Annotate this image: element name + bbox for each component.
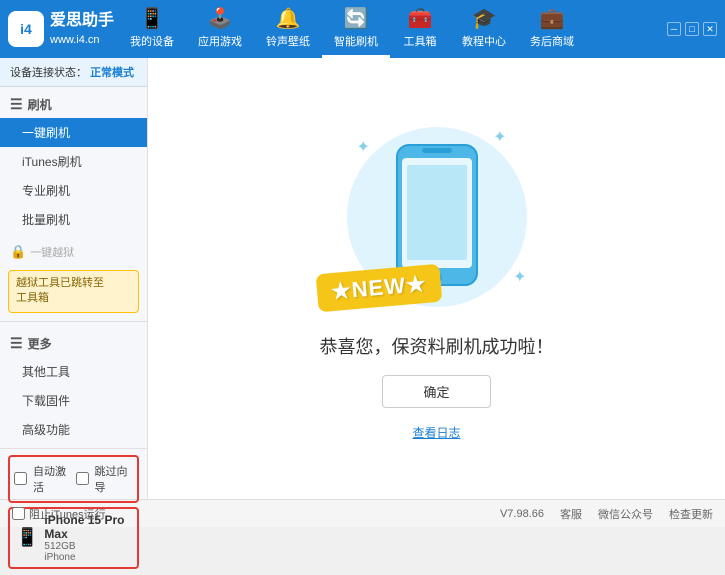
nav-label-service: 务后商域 — [530, 33, 574, 49]
log-link[interactable]: 查看日志 — [412, 424, 460, 441]
new-badge-text: ★NEW★ — [330, 270, 428, 304]
flash-section-title: 刷机 — [28, 96, 52, 113]
status-label: 设备连接状态： — [10, 67, 87, 79]
content-area: ✦ ✦ ✦ ★NEW★ — [148, 58, 725, 499]
nav-item-smart-flash[interactable]: 🔄 智能刷机 — [322, 6, 390, 58]
bottombar-right: V7.98.66 客服 微信公众号 检查更新 — [500, 506, 713, 522]
nav-item-tutorials[interactable]: 🎓 教程中心 — [450, 6, 518, 58]
auto-activate-checkbox[interactable] — [14, 472, 27, 485]
app-title: 爱思助手 — [50, 10, 114, 32]
service-icon: 💼 — [540, 6, 565, 31]
device-storage: 512GB — [44, 541, 131, 552]
sidebar-status: 设备连接状态： 正常模式 — [0, 58, 147, 87]
logo-text: 爱思助手 www.i4.cn — [50, 10, 114, 48]
nav-item-apps-games[interactable]: 🕹️ 应用游戏 — [186, 6, 254, 58]
confirm-button[interactable]: 确定 — [382, 375, 490, 408]
nav-label-apps-games: 应用游戏 — [198, 33, 242, 49]
sidebar: 设备连接状态： 正常模式 ☰ 刷机 一键刷机 iTunes刷机 专业刷机 批量刷… — [0, 58, 148, 499]
sidebar-item-advanced[interactable]: 高级功能 — [0, 415, 147, 444]
guide-export-checkbox[interactable] — [76, 472, 89, 485]
content-inner: ✦ ✦ ✦ ★NEW★ — [320, 117, 554, 441]
nav-label-ringtone: 铃声壁纸 — [266, 33, 310, 49]
toolbox-icon: 🧰 — [408, 6, 433, 31]
auto-activate-label: 自动激活 — [33, 463, 72, 495]
flash-section-header: ☰ 刷机 — [0, 91, 147, 118]
flash-section: ☰ 刷机 一键刷机 iTunes刷机 专业刷机 批量刷机 — [0, 87, 147, 238]
disabled-jailbreak-label: 一键越狱 — [30, 244, 74, 260]
device-type: iPhone — [44, 552, 131, 563]
more-section-header: ☰ 更多 — [0, 330, 147, 357]
maximize-button[interactable]: □ — [685, 22, 699, 36]
main-layout: 设备连接状态： 正常模式 ☰ 刷机 一键刷机 iTunes刷机 专业刷机 批量刷… — [0, 58, 725, 499]
more-section-icon: ☰ — [10, 335, 23, 352]
sidebar-item-one-key-flash[interactable]: 一键刷机 — [0, 118, 147, 147]
stop-itunes-row: 阻止iTunes运行 — [12, 506, 106, 522]
sparkle-icon-2: ✦ — [493, 127, 506, 147]
close-button[interactable]: ✕ — [703, 22, 717, 36]
tutorials-icon: 🎓 — [472, 6, 497, 31]
sidebar-item-batch-flash[interactable]: 批量刷机 — [0, 205, 147, 234]
ringtone-icon: 🔔 — [276, 6, 301, 31]
phone-illustration: ✦ ✦ ✦ ★NEW★ — [337, 117, 537, 317]
sidebar-divider — [0, 321, 147, 322]
smart-flash-icon: 🔄 — [344, 6, 369, 31]
more-section: ☰ 更多 其他工具 下载固件 高级功能 — [0, 326, 147, 448]
logo-area: i4 爱思助手 www.i4.cn — [8, 10, 118, 48]
logo-code: i4 — [20, 21, 32, 37]
sidebar-disabled-jailbreak: 🔒 一键越狱 — [0, 238, 147, 266]
stop-itunes-checkbox[interactable] — [12, 507, 25, 520]
notice-text: 越狱工具已跳转至工具箱 — [16, 277, 104, 304]
nav-label-my-device: 我的设备 — [130, 33, 174, 49]
success-text: 恭喜您，保资料刷机成功啦！ — [320, 333, 554, 359]
device-phone-icon: 📱 — [16, 527, 38, 548]
my-device-icon: 📱 — [140, 6, 165, 31]
version-label: V7.98.66 — [500, 508, 544, 520]
app-url: www.i4.cn — [50, 33, 114, 48]
check-update-link[interactable]: 检查更新 — [669, 506, 713, 522]
sparkle-icon-1: ✦ — [357, 137, 370, 157]
stop-itunes-label: 阻止iTunes运行 — [29, 506, 106, 522]
bottombar-left: 阻止iTunes运行 — [12, 506, 106, 522]
app-logo-icon: i4 — [8, 11, 44, 47]
topbar: i4 爱思助手 www.i4.cn 📱 我的设备 🕹️ 应用游戏 🔔 铃声壁纸 … — [0, 0, 725, 58]
minimize-button[interactable]: ─ — [667, 22, 681, 36]
guide-export-label: 跳过向导 — [95, 463, 134, 495]
nav-item-my-device[interactable]: 📱 我的设备 — [118, 6, 186, 58]
guide-export-row: 跳过向导 — [76, 460, 134, 498]
sparkle-icon-3: ✦ — [513, 267, 526, 287]
nav-item-service[interactable]: 💼 务后商域 — [518, 6, 586, 58]
flash-section-icon: ☰ — [10, 96, 23, 113]
auto-activate-row: 自动激活 — [14, 460, 72, 498]
customer-service-link[interactable]: 客服 — [560, 506, 582, 522]
sidebar-notice: 越狱工具已跳转至工具箱 — [8, 270, 139, 313]
more-section-title: 更多 — [28, 335, 52, 352]
lock-icon: 🔒 — [10, 244, 26, 260]
wechat-link[interactable]: 微信公众号 — [598, 506, 653, 522]
sidebar-item-other-tools[interactable]: 其他工具 — [0, 357, 147, 386]
sidebar-item-download-firmware[interactable]: 下载固件 — [0, 386, 147, 415]
nav-label-toolbox: 工具箱 — [404, 33, 437, 49]
nav-label-tutorials: 教程中心 — [462, 33, 506, 49]
sidebar-item-pro-flash[interactable]: 专业刷机 — [0, 176, 147, 205]
nav-bar: 📱 我的设备 🕹️ 应用游戏 🔔 铃声壁纸 🔄 智能刷机 🧰 工具箱 🎓 教程中… — [118, 0, 667, 58]
nav-item-toolbox[interactable]: 🧰 工具箱 — [390, 6, 450, 58]
nav-item-ringtone[interactable]: 🔔 铃声壁纸 — [254, 6, 322, 58]
sidebar-item-itunes-flash[interactable]: iTunes刷机 — [0, 147, 147, 176]
nav-label-smart-flash: 智能刷机 — [334, 33, 378, 49]
window-controls: ─ □ ✕ — [667, 22, 717, 36]
status-value: 正常模式 — [90, 67, 134, 79]
apps-games-icon: 🕹️ — [208, 6, 233, 31]
